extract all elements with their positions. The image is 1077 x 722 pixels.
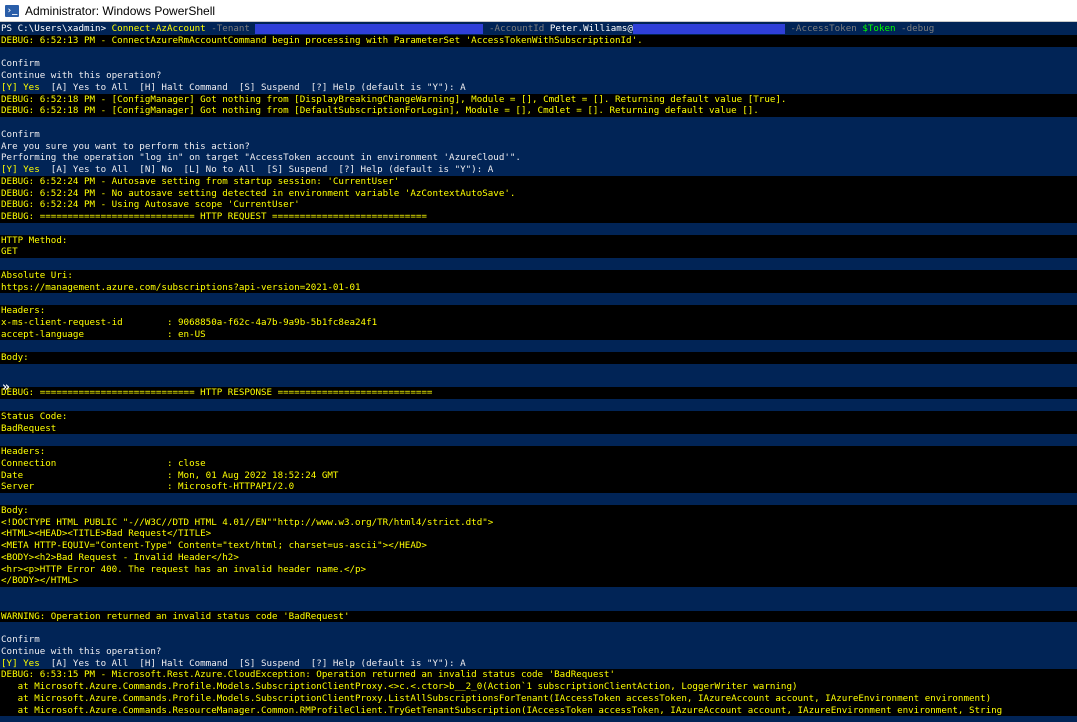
console-line: DEBUG: ============================ HTTP… <box>0 211 1077 223</box>
account-value: Peter.Williams@ <box>549 23 633 34</box>
blank-line <box>0 493 1077 505</box>
console-line: Connection : close <box>0 457 1077 470</box>
console-line: Continue with this operation? <box>0 645 1077 658</box>
blank-line <box>0 399 1077 411</box>
blank-line <box>0 598 1077 611</box>
blank-line <box>0 117 1077 129</box>
console-line: Body: <box>0 504 1077 517</box>
param-account: -AccountId <box>483 23 550 34</box>
choice-default-label: [Y] Yes <box>1 657 40 669</box>
choice-options-text: [A] Yes to All [N] No [L] No to All [S] … <box>39 164 494 175</box>
console-line: x-ms-client-request-id : 9068850a-f62c-4… <box>0 316 1077 329</box>
console-line: Confirm <box>0 58 1077 70</box>
blank-line <box>0 222 1077 235</box>
prompt-path: PS C:\Users\xadmin> <box>1 23 112 34</box>
param-tenant: -Tenant <box>205 23 256 34</box>
blank-line <box>0 587 1077 599</box>
console-line: HTTP Method: <box>0 234 1077 247</box>
scroll-cursor-icon: » <box>2 380 10 395</box>
choice-options-text: [A] Yes to All [H] Halt Command [S] Susp… <box>39 81 466 93</box>
prompt-line: PS C:\Users\xadmin> Connect-AzAccount -T… <box>0 23 1077 35</box>
console-line: at Microsoft.Azure.Commands.Profile.Mode… <box>0 692 1077 705</box>
console-line: at Microsoft.Azure.Commands.ResourceMana… <box>0 704 1077 717</box>
console-line: DEBUG: 6:53:15 PM - Microsoft.Rest.Azure… <box>0 669 1077 681</box>
powershell-icon: ›_ <box>5 4 19 17</box>
console-line: Headers: <box>0 446 1077 458</box>
blank-line <box>0 363 1077 376</box>
choice-options-text: [A] Yes to All [H] Halt Command [S] Susp… <box>39 657 466 669</box>
console-line: BadRequest <box>0 422 1077 435</box>
window-titlebar: ›_ Administrator: Windows PowerShell <box>0 0 1077 22</box>
param-token: -AccessToken <box>784 23 863 34</box>
blank-line <box>0 434 1077 446</box>
console-line: DEBUG: 6:52:13 PM - ConnectAzureRmAccoun… <box>0 34 1077 47</box>
console-line: Headers: <box>0 305 1077 317</box>
choice-default-label: [Y] Yes <box>1 164 40 175</box>
console-line: [Y] Yes [A] Yes to All [H] Halt Command … <box>0 81 1077 94</box>
console-line: Confirm <box>0 634 1077 646</box>
console-line: Body: <box>0 352 1077 364</box>
console-line: Are you sure you want to perform this ac… <box>0 140 1077 153</box>
console-line: <META HTTP-EQUIV="Content-Type" Content=… <box>0 540 1077 552</box>
blank-line <box>0 622 1077 634</box>
blank-line <box>0 375 1077 388</box>
console-line: DEBUG: 6:52:18 PM - [ConfigManager] Got … <box>0 93 1077 106</box>
console-line: </BODY></HTML> <box>0 575 1077 587</box>
console-line: Status Code: <box>0 410 1077 423</box>
redacted-account <box>632 23 785 34</box>
choice-default-label: [Y] Yes <box>1 81 40 93</box>
console-line: accept-language : en-US <box>0 328 1077 341</box>
blank-line <box>0 258 1077 270</box>
console-line: <HTML><HEAD><TITLE>Bad Request</TITLE> <box>0 528 1077 540</box>
console-line: DEBUG: ============================ HTTP… <box>0 387 1077 399</box>
console-line: Absolute Uri: <box>0 269 1077 282</box>
console-line: Date : Mon, 01 Aug 2022 18:52:24 GMT <box>0 469 1077 482</box>
blank-line <box>0 46 1077 59</box>
window-title: Administrator: Windows PowerShell <box>25 3 216 18</box>
console-line: GET <box>0 246 1077 258</box>
blank-line <box>0 340 1077 352</box>
console-line: Confirm <box>0 128 1077 141</box>
console-line: Server : Microsoft-HTTPAPI/2.0 <box>0 481 1077 493</box>
console-line: at Microsoft.Azure.Commands.Profile.Mode… <box>0 681 1077 693</box>
redacted-tenant <box>255 23 484 34</box>
console-line: DEBUG: 6:52:24 PM - Using Autosave scope… <box>0 199 1077 211</box>
console-line: DEBUG: 6:52:18 PM - [ConfigManager] Got … <box>0 105 1077 117</box>
console-line: WARNING: Operation returned an invalid s… <box>0 610 1077 623</box>
console-line: DEBUG: 6:52:24 PM - No autosave setting … <box>0 187 1077 200</box>
console-line: <hr><p>HTTP Error 400. The request has a… <box>0 563 1077 576</box>
console-line: <BODY><h2>Bad Request - Invalid Header</… <box>0 551 1077 564</box>
console-output[interactable]: PS C:\Users\xadmin> Connect-AzAccount -T… <box>0 23 1077 722</box>
console-line: DEBUG: 6:52:24 PM - Autosave setting fro… <box>0 175 1077 188</box>
console-line: [Y] Yes [A] Yes to All [N] No [L] No to … <box>0 164 1077 176</box>
console-line: <!DOCTYPE HTML PUBLIC "-//W3C//DTD HTML … <box>0 516 1077 529</box>
prompt-cmdlet: Connect-AzAccount <box>111 23 206 34</box>
console-line: Performing the operation "log in" on tar… <box>0 152 1077 164</box>
console-line: https://management.azure.com/subscriptio… <box>0 281 1077 294</box>
param-debug: -debug <box>895 23 935 34</box>
console-line: [Y] Yes [A] Yes to All [H] Halt Command … <box>0 657 1077 670</box>
token-variable: $Token <box>862 23 896 34</box>
console-line: Continue with this operation? <box>0 70 1077 82</box>
blank-line <box>0 293 1077 305</box>
